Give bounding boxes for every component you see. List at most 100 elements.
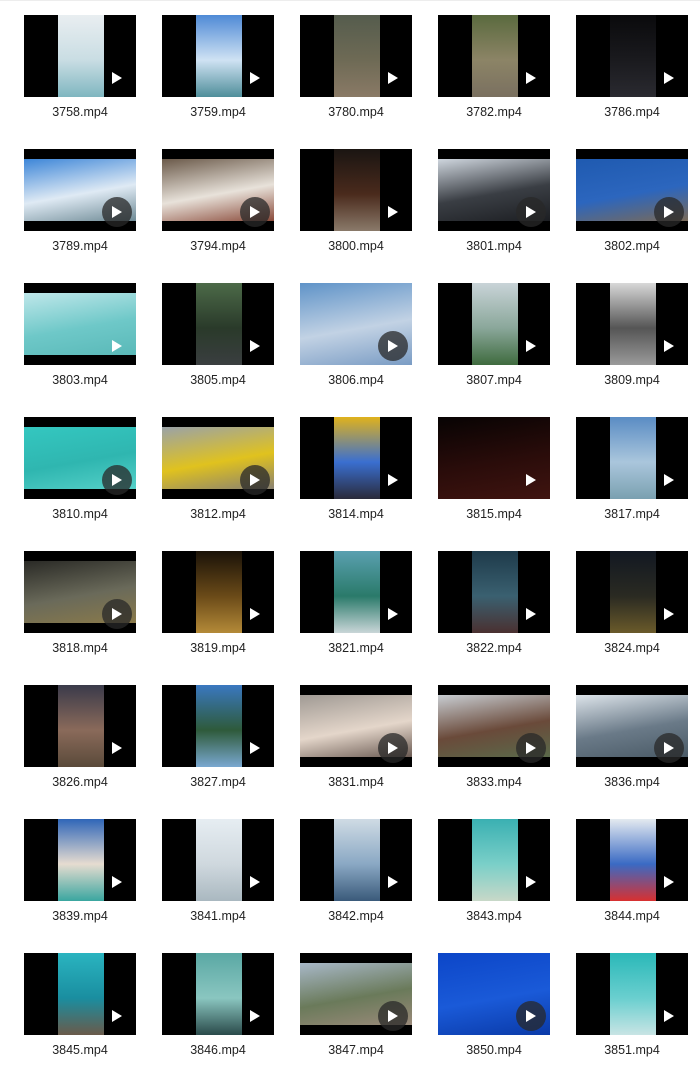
video-file-item[interactable]: 3846.mp4: [162, 953, 274, 1073]
video-thumbnail[interactable]: [162, 149, 274, 231]
video-file-item[interactable]: 3814.mp4: [300, 417, 412, 537]
video-file-item[interactable]: 3809.mp4: [576, 283, 688, 403]
video-thumbnail[interactable]: [576, 819, 688, 901]
video-thumbnail[interactable]: [24, 283, 136, 365]
video-file-item[interactable]: 3847.mp4: [300, 953, 412, 1073]
video-thumbnail[interactable]: [300, 417, 412, 499]
video-thumbnail[interactable]: [576, 283, 688, 365]
video-thumbnail[interactable]: [438, 551, 550, 633]
video-thumbnail[interactable]: [24, 685, 136, 767]
video-thumbnail[interactable]: [438, 685, 550, 767]
video-thumbnail[interactable]: [300, 15, 412, 97]
video-file-item[interactable]: 3818.mp4: [24, 551, 136, 671]
video-thumbnail[interactable]: [162, 551, 274, 633]
play-icon[interactable]: [516, 733, 546, 763]
video-thumbnail[interactable]: [438, 15, 550, 97]
play-icon[interactable]: [378, 331, 408, 361]
play-icon[interactable]: [378, 197, 408, 227]
play-icon[interactable]: [516, 867, 546, 897]
play-icon[interactable]: [240, 63, 270, 93]
play-icon[interactable]: [378, 733, 408, 763]
video-thumbnail[interactable]: [300, 149, 412, 231]
play-icon[interactable]: [378, 63, 408, 93]
play-icon[interactable]: [102, 867, 132, 897]
video-thumbnail[interactable]: [438, 953, 550, 1035]
play-icon[interactable]: [516, 331, 546, 361]
play-icon[interactable]: [654, 599, 684, 629]
video-thumbnail[interactable]: [162, 953, 274, 1035]
play-icon[interactable]: [378, 599, 408, 629]
play-icon[interactable]: [654, 197, 684, 227]
video-thumbnail[interactable]: [24, 417, 136, 499]
video-file-item[interactable]: 3842.mp4: [300, 819, 412, 939]
video-thumbnail[interactable]: [24, 819, 136, 901]
video-thumbnail[interactable]: [576, 953, 688, 1035]
video-thumbnail[interactable]: [24, 551, 136, 633]
play-icon[interactable]: [654, 1001, 684, 1031]
play-icon[interactable]: [102, 465, 132, 495]
play-icon[interactable]: [516, 197, 546, 227]
video-file-item[interactable]: 3794.mp4: [162, 149, 274, 269]
video-file-item[interactable]: 3789.mp4: [24, 149, 136, 269]
video-file-item[interactable]: 3802.mp4: [576, 149, 688, 269]
video-thumbnail[interactable]: [300, 685, 412, 767]
video-file-item[interactable]: 3759.mp4: [162, 15, 274, 135]
video-thumbnail[interactable]: [24, 149, 136, 231]
video-file-item[interactable]: 3803.mp4: [24, 283, 136, 403]
video-file-item[interactable]: 3822.mp4: [438, 551, 550, 671]
video-file-item[interactable]: 3806.mp4: [300, 283, 412, 403]
video-thumbnail[interactable]: [162, 819, 274, 901]
video-thumbnail[interactable]: [438, 283, 550, 365]
video-thumbnail[interactable]: [438, 149, 550, 231]
video-file-item[interactable]: 3821.mp4: [300, 551, 412, 671]
video-thumbnail[interactable]: [576, 149, 688, 231]
play-icon[interactable]: [240, 599, 270, 629]
video-file-item[interactable]: 3782.mp4: [438, 15, 550, 135]
video-thumbnail[interactable]: [162, 685, 274, 767]
video-file-item[interactable]: 3845.mp4: [24, 953, 136, 1073]
video-file-item[interactable]: 3824.mp4: [576, 551, 688, 671]
play-icon[interactable]: [240, 733, 270, 763]
video-file-item[interactable]: 3815.mp4: [438, 417, 550, 537]
video-thumbnail[interactable]: [300, 283, 412, 365]
video-file-item[interactable]: 3758.mp4: [24, 15, 136, 135]
video-file-item[interactable]: 3850.mp4: [438, 953, 550, 1073]
video-file-item[interactable]: 3827.mp4: [162, 685, 274, 805]
video-thumbnail[interactable]: [162, 417, 274, 499]
video-thumbnail[interactable]: [438, 819, 550, 901]
video-file-item[interactable]: 3844.mp4: [576, 819, 688, 939]
video-thumbnail[interactable]: [300, 953, 412, 1035]
video-file-item[interactable]: 3841.mp4: [162, 819, 274, 939]
play-icon[interactable]: [102, 733, 132, 763]
video-thumbnail[interactable]: [24, 15, 136, 97]
play-icon[interactable]: [654, 331, 684, 361]
video-file-item[interactable]: 3851.mp4: [576, 953, 688, 1073]
video-thumbnail[interactable]: [438, 417, 550, 499]
video-file-item[interactable]: 3810.mp4: [24, 417, 136, 537]
play-icon[interactable]: [378, 465, 408, 495]
play-icon[interactable]: [654, 867, 684, 897]
video-thumbnail[interactable]: [162, 283, 274, 365]
play-icon[interactable]: [102, 599, 132, 629]
play-icon[interactable]: [516, 599, 546, 629]
video-file-item[interactable]: 3831.mp4: [300, 685, 412, 805]
video-thumbnail[interactable]: [576, 685, 688, 767]
play-icon[interactable]: [654, 465, 684, 495]
play-icon[interactable]: [378, 867, 408, 897]
video-thumbnail[interactable]: [576, 551, 688, 633]
video-thumbnail[interactable]: [300, 819, 412, 901]
play-icon[interactable]: [102, 1001, 132, 1031]
play-icon[interactable]: [240, 197, 270, 227]
video-file-item[interactable]: 3800.mp4: [300, 149, 412, 269]
video-file-item[interactable]: 3807.mp4: [438, 283, 550, 403]
video-file-item[interactable]: 3786.mp4: [576, 15, 688, 135]
play-icon[interactable]: [102, 331, 132, 361]
video-file-item[interactable]: 3801.mp4: [438, 149, 550, 269]
play-icon[interactable]: [516, 63, 546, 93]
play-icon[interactable]: [102, 63, 132, 93]
video-file-item[interactable]: 3817.mp4: [576, 417, 688, 537]
video-file-item[interactable]: 3833.mp4: [438, 685, 550, 805]
play-icon[interactable]: [240, 465, 270, 495]
play-icon[interactable]: [516, 465, 546, 495]
play-icon[interactable]: [102, 197, 132, 227]
